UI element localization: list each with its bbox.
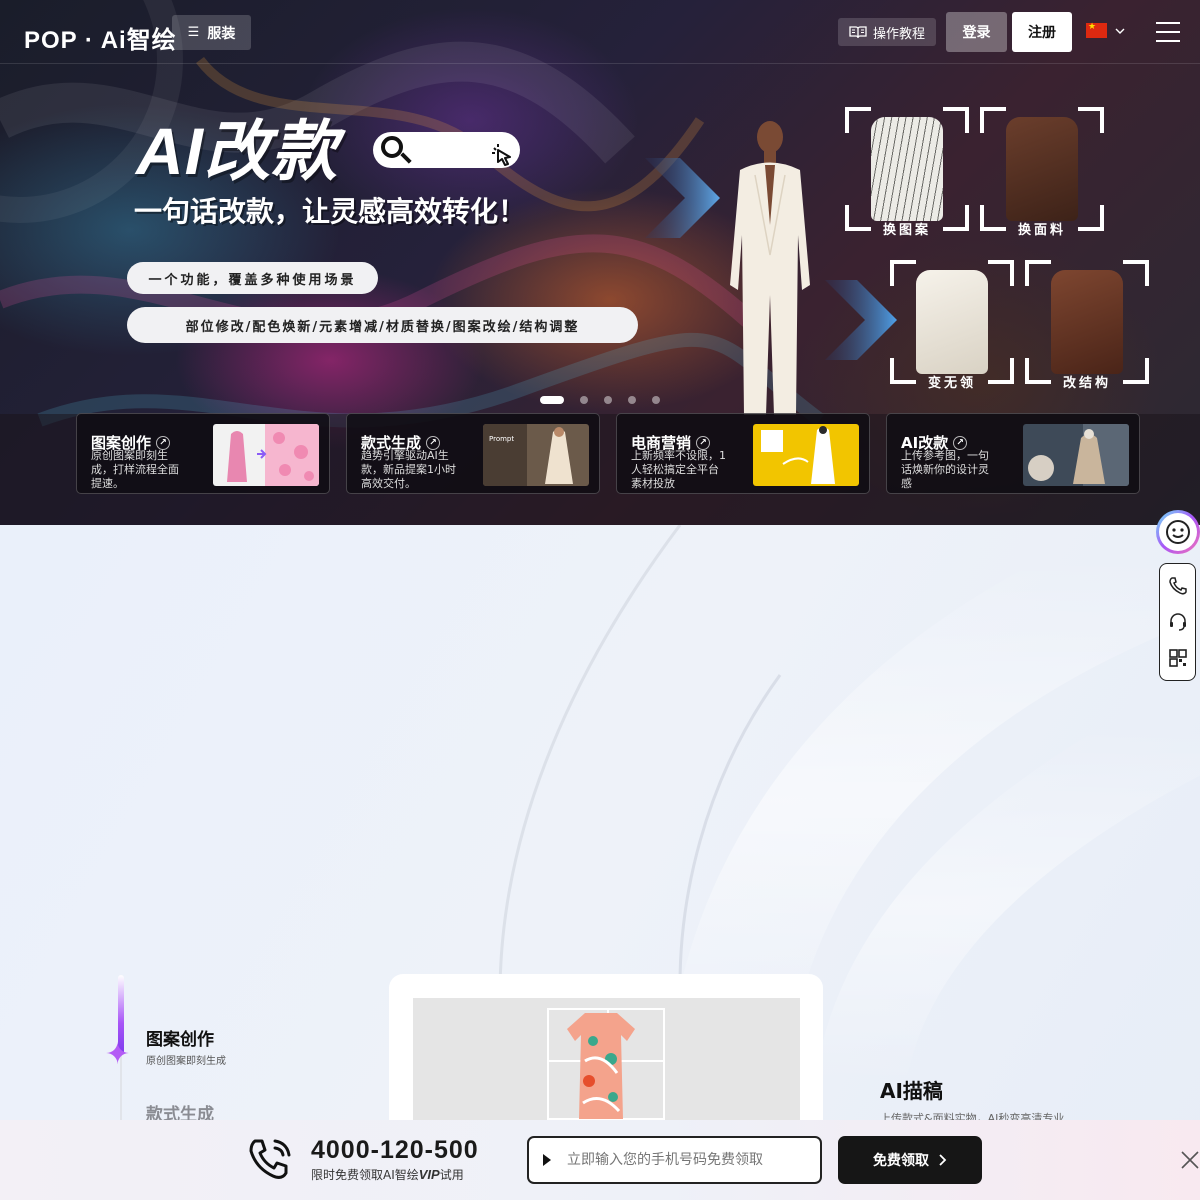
restyle-preview-image <box>1023 424 1129 486</box>
frame-change-fabric: 换面料 <box>980 107 1104 238</box>
sparkle-icon: ✦ <box>105 1037 131 1072</box>
phone-number-input[interactable] <box>527 1136 822 1184</box>
ai-assistant-button[interactable] <box>1156 510 1200 554</box>
hotline-subtext: 限时免费领取AI智绘VIP试用 <box>311 1166 464 1183</box>
phone-icon <box>249 1139 291 1179</box>
arrow-up-right-icon: ↗ <box>953 435 968 450</box>
login-button[interactable]: 登录 <box>946 12 1007 52</box>
carousel-dot[interactable] <box>628 396 636 404</box>
style-preview-image: Prompt <box>483 424 589 486</box>
frame-change-structure: 改结构 <box>1025 260 1149 391</box>
close-icon[interactable] <box>1180 1150 1200 1170</box>
top-nav: POP · Ai智绘 ☰ 服装 操作教程 登录 注册 <box>0 0 1200 64</box>
language-selector[interactable] <box>1086 22 1125 38</box>
play-caret-icon <box>543 1154 551 1166</box>
feature-card-ecommerce[interactable]: 电商营销 ↗ 上新频率不设限，1人轻松搞定全平台素材投放 <box>616 413 870 494</box>
tutorial-button[interactable]: 操作教程 <box>838 18 936 46</box>
arrow-up-right-icon: ↗ <box>156 435 171 450</box>
striped-blazer-image <box>871 117 943 221</box>
pattern-preview-image <box>213 424 319 486</box>
china-flag-icon <box>1086 22 1107 38</box>
feature-card-pattern[interactable]: 图案创作 ↗ 原创图案即刻生成，打样流程全面提速。 <box>76 413 330 494</box>
cursor-click-icon <box>492 144 511 166</box>
promo-suffix: 试用 <box>439 1168 464 1182</box>
carousel-dot[interactable] <box>540 396 564 404</box>
banner-subtitle: 一句话改款，让灵感高效转化！ <box>134 195 527 228</box>
menu-lines-icon: ☰ <box>187 25 200 40</box>
floating-toolbar <box>1159 563 1196 681</box>
banner-pill-secondary: 部位修改/配色焕新/元素增减/材质替换/图案改绘/结构调整 <box>127 307 638 343</box>
feature-desc: 原创图案即刻生成，打样流程全面提速。 <box>91 449 179 490</box>
feature-desc: 趋势引擎驱动AI生款，新品提案1小时高效交付。 <box>361 449 456 490</box>
vip-badge: VIP <box>418 1167 440 1182</box>
dress-image <box>567 1013 635 1119</box>
claim-free-button[interactable]: 免费领取 <box>838 1136 982 1184</box>
chevron-right-icon <box>825 280 897 360</box>
ai-sketch-title: AI描稿 <box>880 1079 943 1103</box>
ecommerce-preview-image <box>753 424 859 486</box>
category-button[interactable]: ☰ 服装 <box>172 15 251 50</box>
chevron-down-icon <box>1115 28 1125 34</box>
claim-label: 免费领取 <box>873 1153 929 1169</box>
prompt-label: Prompt <box>489 435 515 443</box>
carousel-dots[interactable] <box>540 396 668 404</box>
carousel-dot[interactable] <box>652 396 660 404</box>
brown-coat-image <box>1051 270 1123 374</box>
frame-label: 换图案 <box>882 223 931 238</box>
arrow-up-right-icon: ↗ <box>426 435 441 450</box>
tab-pattern-creation[interactable]: 图案创作 <box>146 1025 214 1050</box>
model-photo <box>730 121 810 415</box>
frame-label: 改结构 <box>1062 376 1111 391</box>
tutorial-label: 操作教程 <box>872 26 925 42</box>
banner-search-graphic <box>373 132 520 168</box>
headset-icon[interactable] <box>1167 611 1189 633</box>
frame-label: 换面料 <box>1017 223 1066 238</box>
feature-card-style[interactable]: 款式生成 ↗ 趋势引擎驱动AI生款，新品提案1小时高效交付。 Prompt <box>346 413 600 494</box>
hotline-number: 4000-120-500 <box>311 1136 479 1164</box>
banner-pill-primary: 一个功能，覆盖多种使用场景 <box>127 262 378 294</box>
promo-prefix: 限时免费领取AI智绘 <box>311 1168 419 1182</box>
smiley-bot-icon <box>1159 513 1197 551</box>
tab-pattern-desc: 原创图案即刻生成 <box>146 1056 226 1067</box>
frame-change-pattern: 换图案 <box>845 107 969 238</box>
white-blazer-image <box>916 270 988 374</box>
register-button[interactable]: 注册 <box>1012 12 1072 52</box>
chevron-right-icon <box>939 1154 947 1166</box>
logo[interactable]: POP · Ai智绘 <box>24 20 177 55</box>
magnifier-icon <box>381 136 403 158</box>
qr-code-icon[interactable] <box>1167 647 1189 669</box>
feature-desc: 上传参考图，一句话焕新你的设计灵感 <box>901 449 989 490</box>
frame-label: 变无领 <box>927 376 976 391</box>
brown-blazer-image <box>1006 117 1078 221</box>
frame-collarless: 变无领 <box>890 260 1014 391</box>
book-icon <box>849 26 867 39</box>
feature-card-ai-restyle[interactable]: AI改款 ↗ 上传参考图，一句话焕新你的设计灵感 <box>886 413 1140 494</box>
chevron-right-icon <box>645 158 720 238</box>
category-label: 服装 <box>207 25 236 42</box>
banner-title: AI改款 <box>136 114 338 188</box>
phone-icon[interactable] <box>1167 575 1189 597</box>
carousel-dot[interactable] <box>580 396 588 404</box>
carousel-dot[interactable] <box>604 396 612 404</box>
feature-desc: 上新频率不设限，1人轻松搞定全平台素材投放 <box>631 449 726 490</box>
arrow-up-right-icon: ↗ <box>696 435 711 450</box>
hamburger-menu-icon[interactable] <box>1156 22 1180 42</box>
